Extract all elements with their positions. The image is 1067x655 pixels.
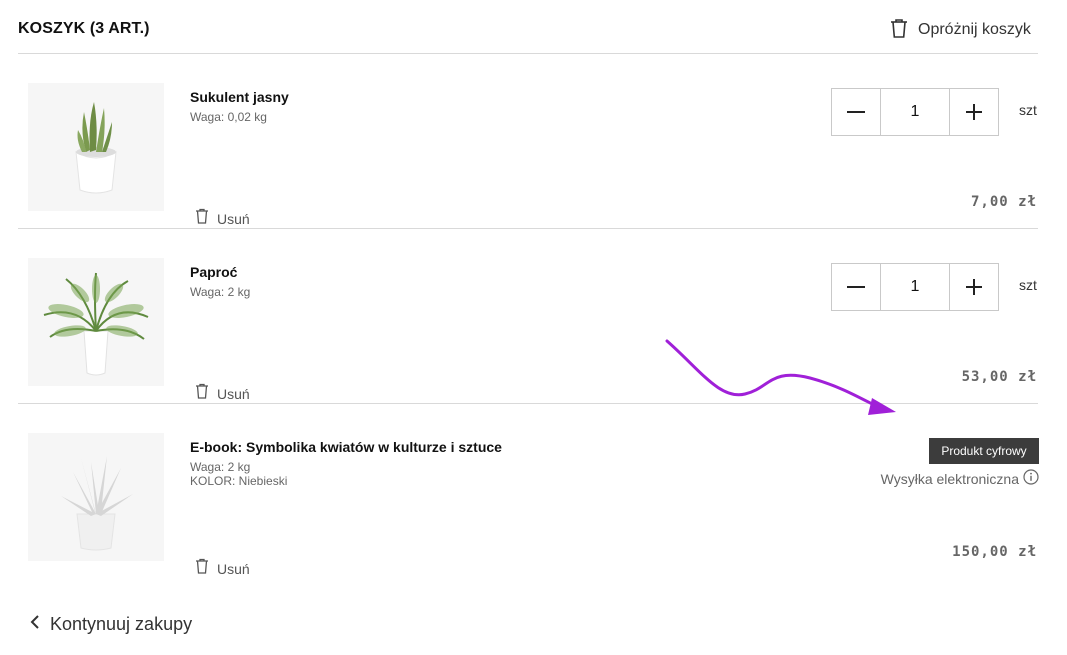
- info-icon[interactable]: [1023, 469, 1039, 488]
- chevron-left-icon: [30, 615, 40, 634]
- product-price: 7,00 zł: [970, 194, 1037, 210]
- shipping-info: Wysyłka elektroniczna: [881, 469, 1039, 488]
- product-name[interactable]: Paproć: [190, 264, 237, 280]
- remove-label: Usuń: [217, 210, 250, 227]
- trash-icon: [195, 383, 209, 404]
- increase-quantity-button[interactable]: [950, 89, 998, 135]
- continue-shopping-label: Kontynuuj zakupy: [50, 614, 193, 634]
- increase-quantity-button[interactable]: [950, 264, 998, 310]
- quantity-input[interactable]: 1: [880, 89, 950, 135]
- quantity-unit: szt: [1019, 277, 1037, 293]
- product-weight: Waga: 0,02 kg: [190, 110, 267, 124]
- remove-label: Usuń: [217, 560, 250, 577]
- cart-item: Paproć Waga: 2 kg Usuń 1 szt 53,00 zł: [0, 228, 1067, 403]
- plus-icon: [966, 104, 982, 120]
- remove-label: Usuń: [217, 385, 250, 402]
- trash-icon: [890, 18, 908, 43]
- empty-cart-label: Opróżnij koszyk: [918, 21, 1031, 38]
- product-price: 150,00 zł: [952, 544, 1037, 560]
- product-weight: Waga: 2 kg: [190, 460, 251, 474]
- product-details: Waga: 2 kg KOLOR: Niebieski: [190, 460, 287, 488]
- trash-icon: [195, 208, 209, 229]
- remove-button[interactable]: Usuń: [195, 558, 250, 579]
- product-name[interactable]: E-book: Symbolika kwiatów w kulturze i s…: [190, 439, 502, 455]
- decrease-quantity-button[interactable]: [832, 89, 880, 135]
- digital-product-badge: Produkt cyfrowy: [929, 438, 1039, 464]
- continue-shopping-link[interactable]: Kontynuuj zakupy: [30, 614, 192, 635]
- product-option: KOLOR: Niebieski: [190, 474, 288, 488]
- quantity-stepper: 1: [831, 263, 999, 311]
- remove-button[interactable]: Usuń: [195, 208, 250, 229]
- trash-icon: [195, 558, 209, 579]
- quantity-input[interactable]: 1: [880, 264, 950, 310]
- empty-cart-button[interactable]: Opróżnij koszyk: [890, 18, 1031, 42]
- cart-title: KOSZYK (3 ART.): [18, 20, 150, 37]
- product-image[interactable]: [28, 258, 164, 386]
- quantity-unit: szt: [1019, 102, 1037, 118]
- minus-icon: [847, 286, 865, 288]
- plus-icon: [966, 279, 982, 295]
- remove-button[interactable]: Usuń: [195, 383, 250, 404]
- decrease-quantity-button[interactable]: [832, 264, 880, 310]
- product-name[interactable]: Sukulent jasny: [190, 89, 289, 105]
- cart-item: E-book: Symbolika kwiatów w kulturze i s…: [0, 403, 1067, 578]
- minus-icon: [847, 111, 865, 113]
- product-image[interactable]: [28, 433, 164, 561]
- product-price: 53,00 zł: [961, 369, 1037, 385]
- shipping-label: Wysyłka elektroniczna: [880, 470, 1019, 487]
- cart-item: Sukulent jasny Waga: 0,02 kg Usuń 1 szt …: [0, 53, 1067, 228]
- product-image[interactable]: [28, 83, 164, 211]
- quantity-stepper: 1: [831, 88, 999, 136]
- product-weight: Waga: 2 kg: [190, 285, 251, 299]
